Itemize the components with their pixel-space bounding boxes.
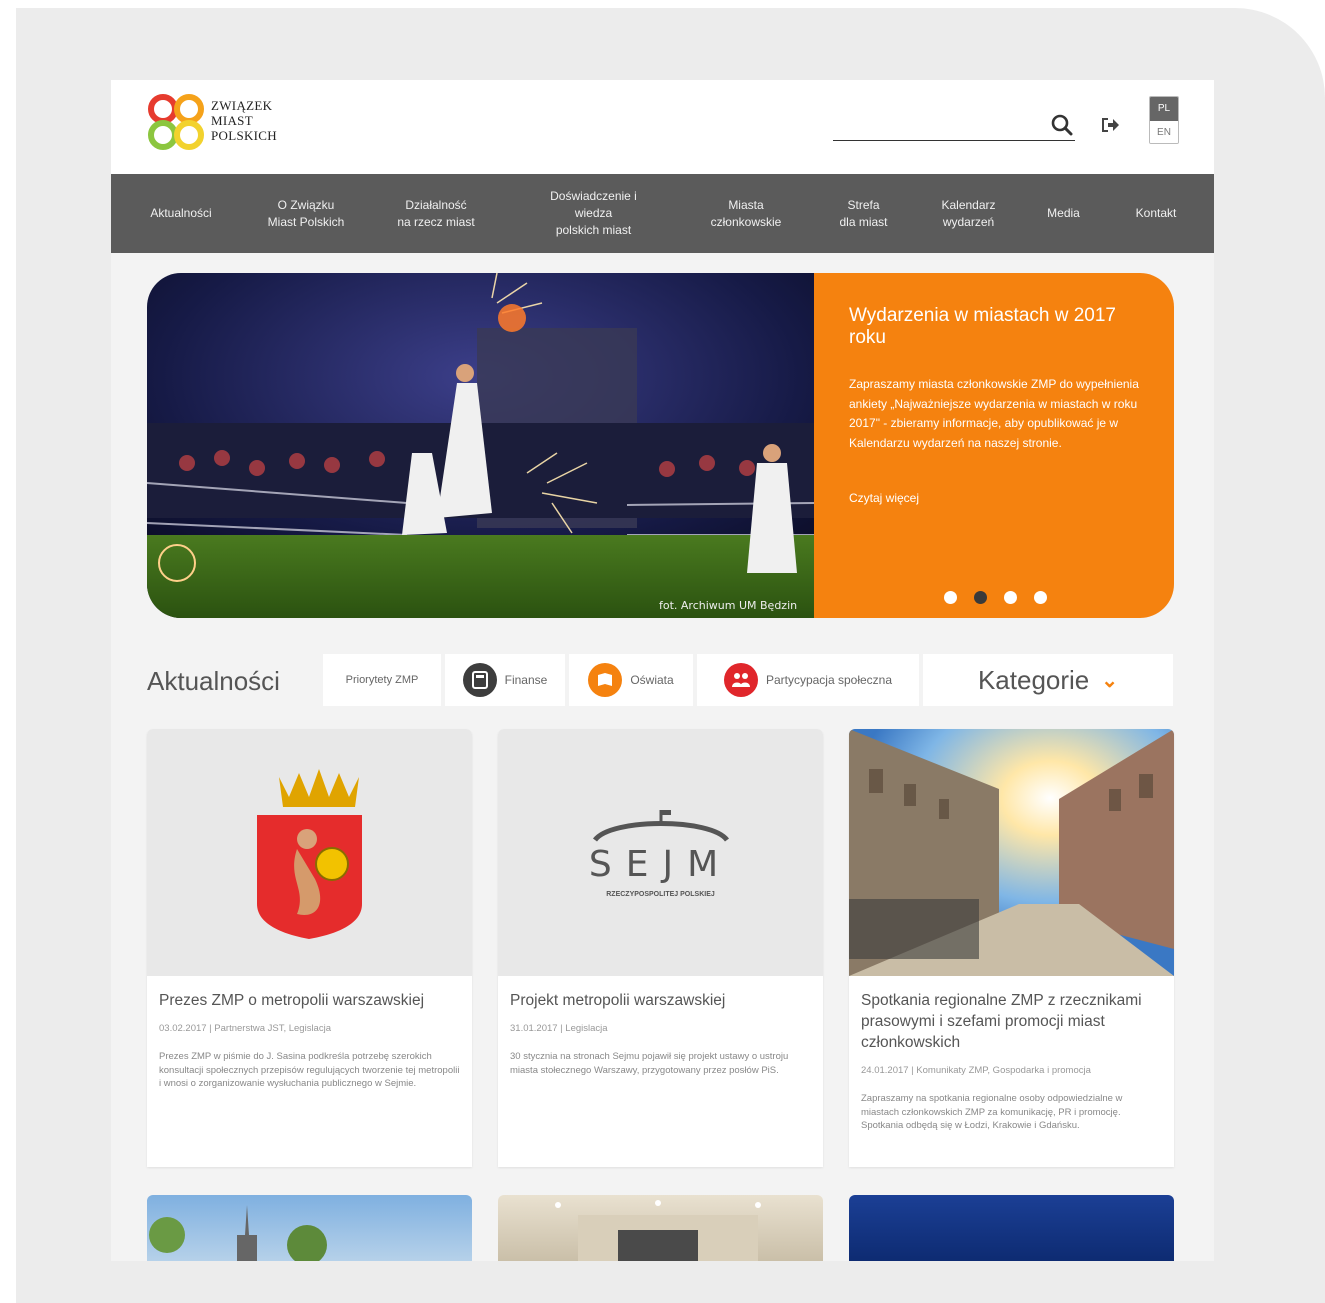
website: ZWIĄZEK MIAST POLSKICH PL EN Aktualności… — [111, 80, 1214, 1261]
card-excerpt: 30 stycznia na stronach Sejmu pojawił si… — [510, 1051, 789, 1076]
nav-item-media[interactable]: Media — [1031, 174, 1096, 253]
category-finanse[interactable]: Finanse — [445, 654, 565, 706]
category-partycypacja[interactable]: Partycypacja społeczna — [697, 654, 919, 706]
nav-item-aktualnosci[interactable]: Aktualności — [131, 174, 231, 253]
header: ZWIĄZEK MIAST POLSKICH PL EN — [111, 80, 1214, 174]
search-input[interactable] — [833, 140, 1075, 141]
photo-credit: fot. Archiwum UM Będzin — [659, 599, 798, 612]
category-label: Finanse — [504, 673, 548, 687]
palace-of-culture-photo — [149, 1205, 327, 1261]
calculator-icon — [462, 663, 497, 697]
news-card[interactable]: Prezes ZMP o metropolii warszawskiej 03.… — [147, 729, 472, 1167]
sejm-logo-text: SEJM — [588, 843, 733, 885]
category-filter-bar: Priorytety ZMP Finanse Oświata Partycypa… — [323, 654, 1173, 706]
news-card[interactable]: SEJM RZECZYPOSPOLITEJ POLSKIEJ Projekt m… — [498, 729, 823, 1167]
hero-slider: fot. Archiwum UM Będzin Wydarzenia w mia… — [147, 273, 1174, 618]
hero-panel: Wydarzenia w miastach w 2017 roku Zapras… — [814, 273, 1174, 618]
card-meta: 24.01.2017 | Komunikaty ZMP, Gospodarka … — [861, 1065, 1091, 1076]
read-more-link[interactable]: Czytaj więcej — [849, 491, 919, 505]
card-title: Spotkania regionalne ZMP z rzecznikami p… — [861, 992, 1142, 1051]
slider-dot[interactable] — [944, 591, 957, 604]
logo-line: ZWIĄZEK — [211, 98, 273, 113]
sejm-logo-subtitle: RZECZYPOSPOLITEJ POLSKIEJ — [606, 890, 715, 898]
news-card-image-partial[interactable] — [498, 1195, 823, 1261]
logo-line: POLSKICH — [211, 128, 277, 143]
slider-dot[interactable] — [1034, 591, 1047, 604]
nav-item-o-zwiazku[interactable]: O Związku Miast Polskich — [251, 174, 361, 253]
zmp-logo-icon[interactable] — [147, 94, 207, 152]
card-title: Prezes ZMP o metropolii warszawskiej — [159, 992, 425, 1009]
logo-line: MIAST — [211, 113, 253, 128]
lang-pl-button[interactable]: PL — [1150, 97, 1178, 121]
conference-room-photo — [555, 1200, 761, 1261]
card-meta: 03.02.2017 | Partnerstwa JST, Legislacja — [159, 1023, 331, 1034]
language-switcher: PL EN — [1149, 96, 1179, 144]
dropdown-label: Kategorie — [977, 664, 1090, 695]
category-priorytety[interactable]: Priorytety ZMP — [323, 654, 441, 706]
card-image — [147, 729, 472, 976]
lang-en-button[interactable]: EN — [1150, 121, 1178, 143]
news-card-image-partial[interactable] — [849, 1195, 1174, 1261]
main-navigation: Aktualności O Związku Miast Polskich Dzi… — [111, 174, 1214, 253]
hero-title[interactable]: Wydarzenia w miastach w 2017 roku — [849, 305, 1139, 349]
city-street-photo — [849, 729, 1174, 976]
nav-item-kalendarz[interactable]: Kalendarz wydarzeń — [926, 174, 1011, 253]
logo-text: ZWIĄZEK MIAST POLSKICH — [211, 98, 277, 143]
card-image — [849, 729, 1174, 976]
book-icon — [588, 663, 623, 697]
card-image: SEJM RZECZYPOSPOLITEJ POLSKIEJ — [498, 729, 823, 976]
category-label: Partycypacja społeczna — [765, 673, 893, 687]
slider-dots — [944, 591, 1047, 604]
nav-item-miasta[interactable]: Miasta członkowskie — [696, 174, 796, 253]
nav-item-dzialalnosc[interactable]: Działalność na rzecz miast — [381, 174, 491, 253]
nav-item-doswiadczenie[interactable]: Doświadczenie i wiedza polskich miast — [531, 174, 656, 253]
news-heading: Aktualności — [147, 666, 280, 696]
people-icon — [723, 663, 758, 697]
card-title: Projekt metropolii warszawskiej — [510, 992, 726, 1009]
card-excerpt: Prezes ZMP w piśmie do J. Sasina podkreś… — [159, 1051, 460, 1089]
news-card-image-partial[interactable] — [147, 1195, 472, 1261]
nav-item-strefa[interactable]: Strefa dla miast — [821, 174, 906, 253]
card-excerpt: Zapraszamy na spotkania regionalne osoby… — [861, 1093, 1123, 1131]
chevron-down-icon: ⌄ — [1101, 669, 1119, 692]
search-icon[interactable] — [1049, 112, 1075, 138]
card-meta: 31.01.2017 | Legislacja — [510, 1023, 608, 1034]
slider-dot[interactable] — [1004, 591, 1017, 604]
category-oswiata[interactable]: Oświata — [569, 654, 693, 706]
warsaw-coat-of-arms-icon — [257, 769, 362, 939]
sejm-dome-icon — [592, 809, 729, 842]
category-label: Priorytety ZMP — [345, 674, 419, 686]
logout-icon[interactable] — [1099, 114, 1121, 136]
news-card[interactable]: Spotkania regionalne ZMP z rzecznikami p… — [849, 729, 1174, 1167]
category-label: Oświata — [630, 673, 674, 687]
hero-description: Zapraszamy miasta członkowskie ZMP do wy… — [849, 377, 1139, 450]
hero-image[interactable] — [147, 273, 814, 618]
categories-dropdown[interactable]: Kategorie ⌄ — [923, 654, 1173, 706]
nav-item-kontakt[interactable]: Kontakt — [1121, 174, 1191, 253]
slider-dot-active[interactable] — [974, 591, 987, 604]
